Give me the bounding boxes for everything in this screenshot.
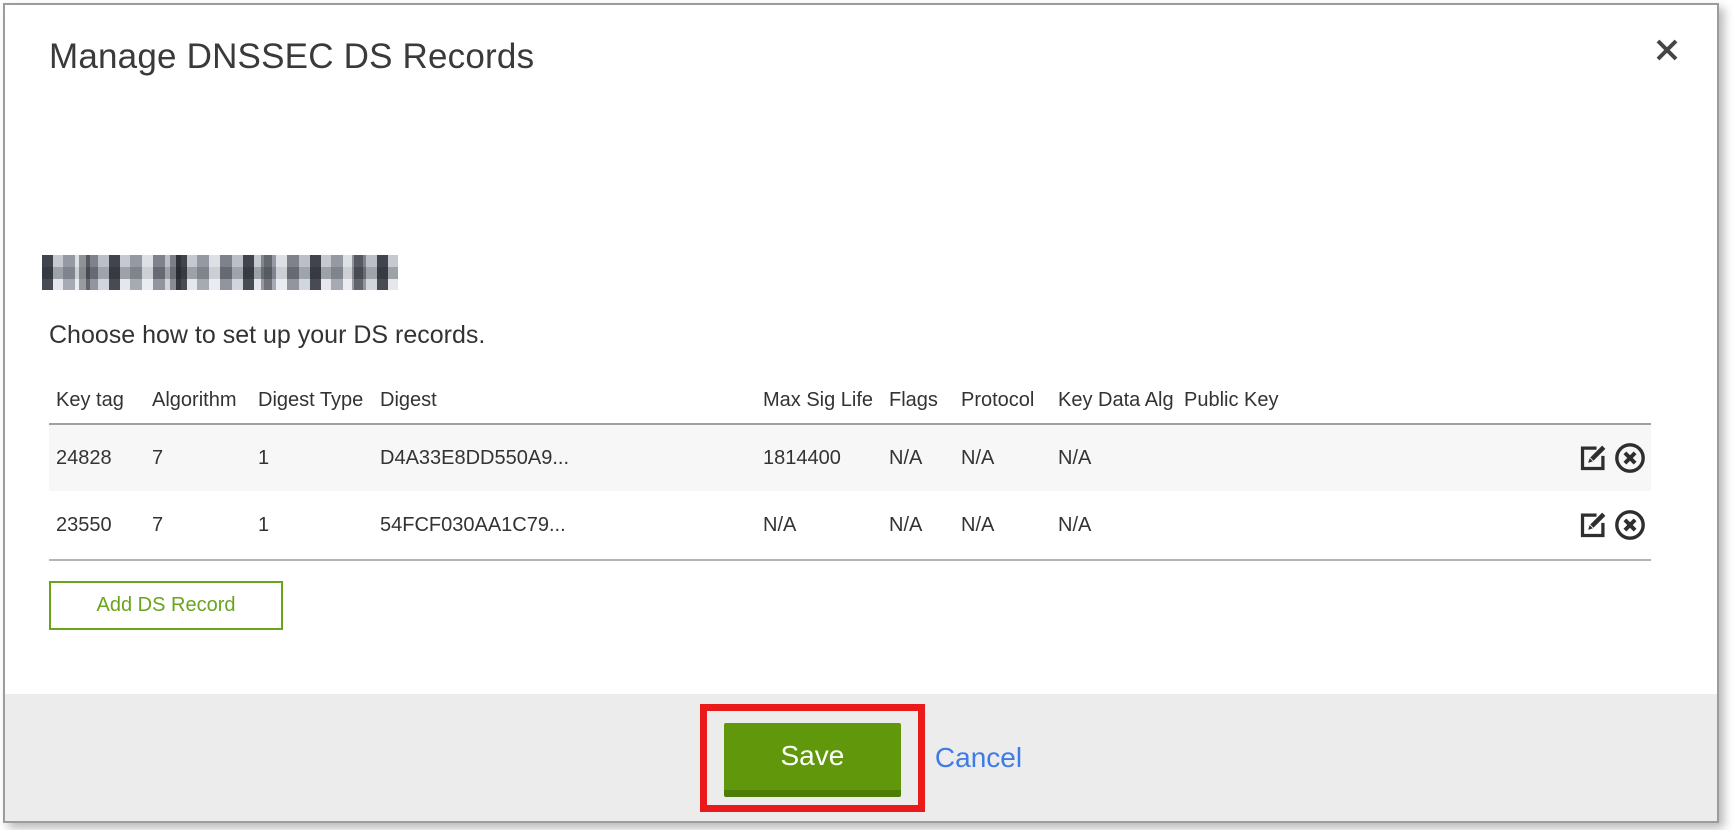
cell-digest-type: 1	[251, 447, 373, 470]
cell-key-data-alg: N/A	[1051, 514, 1177, 537]
cell-protocol: N/A	[954, 514, 1051, 537]
close-button[interactable]	[1653, 33, 1687, 67]
cell-key-data-alg: N/A	[1051, 447, 1177, 470]
cell-flags: N/A	[882, 447, 954, 470]
col-header-key-data-alg: Key Data Alg	[1051, 389, 1177, 412]
delete-icon	[1613, 508, 1649, 542]
manage-dnssec-dialog: Manage DNSSEC DS Records Choose how to s…	[3, 3, 1719, 823]
cell-max-sig-life: 1814400	[756, 447, 882, 470]
col-header-digest-type: Digest Type	[251, 389, 373, 412]
col-header-flags: Flags	[882, 389, 954, 412]
edit-record-button[interactable]	[1576, 507, 1612, 543]
col-header-protocol: Protocol	[954, 389, 1051, 412]
delete-record-button[interactable]	[1613, 507, 1649, 543]
edit-icon	[1576, 441, 1612, 475]
cell-key-tag: 24828	[49, 447, 145, 470]
col-header-max-sig-life: Max Sig Life	[756, 389, 882, 412]
delete-record-button[interactable]	[1613, 440, 1649, 476]
close-icon	[1653, 36, 1687, 64]
cell-digest: 54FCF030AA1C79...	[373, 514, 756, 537]
col-header-key-tag: Key tag	[49, 389, 145, 412]
annotation-highlight: Save	[700, 704, 925, 812]
cell-max-sig-life: N/A	[756, 514, 882, 537]
col-header-digest: Digest	[373, 389, 756, 412]
cell-algorithm: 7	[145, 447, 251, 470]
add-ds-record-button[interactable]: Add DS Record	[49, 581, 283, 630]
cell-flags: N/A	[882, 514, 954, 537]
col-header-public-key: Public Key	[1177, 389, 1559, 412]
instruction-text: Choose how to set up your DS records.	[49, 321, 485, 350]
ds-records-table: Key tag Algorithm Digest Type Digest Max…	[49, 377, 1651, 561]
dialog-title: Manage DNSSEC DS Records	[49, 37, 534, 77]
cell-key-tag: 23550	[49, 514, 145, 537]
cell-digest: D4A33E8DD550A9...	[373, 447, 756, 470]
table-row: 23550 7 1 54FCF030AA1C79... N/A N/A N/A …	[49, 491, 1651, 561]
cell-actions	[1559, 440, 1651, 476]
edit-icon	[1576, 508, 1612, 542]
dialog-footer: Save Cancel	[5, 694, 1717, 821]
cell-actions	[1559, 507, 1651, 543]
save-button[interactable]: Save	[724, 723, 901, 797]
cell-protocol: N/A	[954, 447, 1051, 470]
table-row: 24828 7 1 D4A33E8DD550A9... 1814400 N/A …	[49, 423, 1651, 491]
delete-icon	[1613, 441, 1649, 475]
cell-digest-type: 1	[251, 514, 373, 537]
col-header-algorithm: Algorithm	[145, 389, 251, 412]
redacted-domain-name	[42, 255, 398, 290]
edit-record-button[interactable]	[1576, 440, 1612, 476]
cell-algorithm: 7	[145, 514, 251, 537]
table-header-row: Key tag Algorithm Digest Type Digest Max…	[49, 377, 1651, 423]
cancel-link[interactable]: Cancel	[935, 742, 1022, 774]
